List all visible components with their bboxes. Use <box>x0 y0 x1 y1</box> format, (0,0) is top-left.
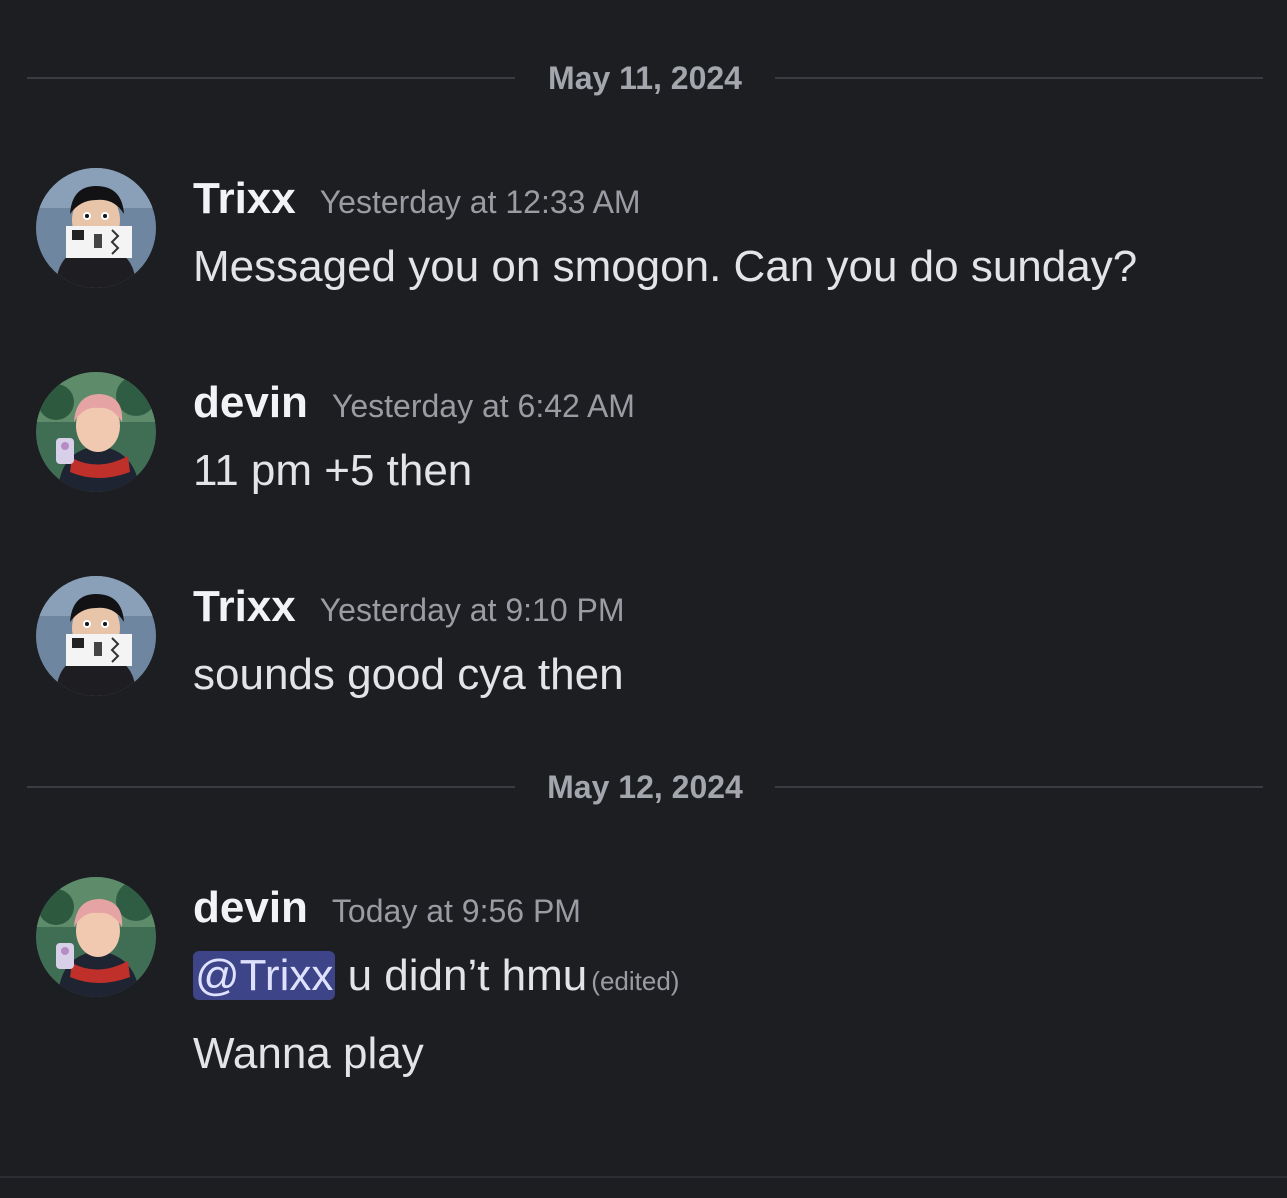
avatar[interactable] <box>36 168 156 288</box>
timestamp: Today at 9:56 PM <box>331 893 581 929</box>
message-text: 11 pm +5 then <box>193 446 473 495</box>
username[interactable]: Trixx <box>193 174 296 223</box>
avatar[interactable] <box>36 576 156 696</box>
composer-divider <box>0 1176 1287 1178</box>
message-text: Messaged you on smogon. Can you do sunda… <box>193 242 1138 291</box>
message-item[interactable]: devin Yesterday at 6:42 AM 11 pm +5 then <box>36 372 1256 495</box>
avatar[interactable] <box>36 372 156 492</box>
message-text: @Trixx u didn’t hmu (edited) <box>193 951 679 1001</box>
message-header: devin Today at 9:56 PM <box>193 883 581 933</box>
message-text-content: u didn’t hmu <box>335 951 588 1000</box>
message-text: Wanna play <box>193 1029 424 1078</box>
edited-label: (edited) <box>591 966 680 996</box>
divider-line <box>775 786 1263 788</box>
message-header: devin Yesterday at 6:42 AM <box>193 378 635 428</box>
message-item[interactable]: devin Today at 9:56 PM @Trixx u didn’t hm… <box>36 877 1256 1087</box>
message-item[interactable]: Trixx Yesterday at 9:10 PM sounds good cy… <box>36 576 1256 699</box>
username[interactable]: Trixx <box>193 582 296 631</box>
avatar[interactable] <box>36 877 156 997</box>
divider-line <box>775 77 1263 79</box>
date-divider: May 11, 2024 <box>27 62 1263 94</box>
message-header: Trixx Yesterday at 12:33 AM <box>193 174 641 224</box>
user-mention[interactable]: @Trixx <box>193 951 336 1000</box>
timestamp: Yesterday at 6:42 AM <box>331 388 635 424</box>
username[interactable]: devin <box>193 378 308 427</box>
message-item[interactable]: Trixx Yesterday at 12:33 AM Messaged you … <box>36 168 1256 291</box>
timestamp: Yesterday at 9:10 PM <box>319 592 625 628</box>
username[interactable]: devin <box>193 883 308 932</box>
message-header: Trixx Yesterday at 9:10 PM <box>193 582 625 632</box>
message-text: sounds good cya then <box>193 650 624 699</box>
date-divider: May 12, 2024 <box>27 771 1263 803</box>
timestamp: Yesterday at 12:33 AM <box>319 184 641 220</box>
